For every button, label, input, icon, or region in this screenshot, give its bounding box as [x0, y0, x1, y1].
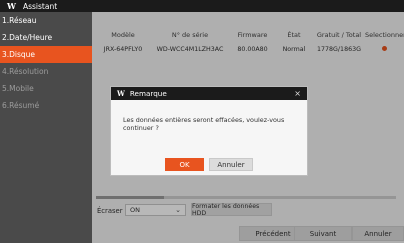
- dialog-cancel-button[interactable]: Annuler: [209, 158, 253, 171]
- close-icon[interactable]: ×: [294, 89, 301, 98]
- window-title: Assistant: [22, 1, 58, 11]
- title-bar: W Assistant: [0, 0, 404, 12]
- sidebar-item-network[interactable]: 1.Réseau: [0, 12, 92, 29]
- sidebar-item-disk[interactable]: 3.Disque: [0, 46, 92, 63]
- sidebar-item-date-time[interactable]: 2.Date/Heure: [0, 29, 92, 46]
- dialog-message: Les données entières seront effacées, vo…: [123, 116, 285, 132]
- dialog-logo: W: [117, 89, 125, 98]
- sidebar: 1.Réseau 2.Date/Heure 3.Disque 4.Résolut…: [0, 12, 92, 243]
- dialog-ok-button[interactable]: OK: [165, 158, 204, 171]
- confirm-dialog: W Remarque × Les données entières seront…: [110, 86, 308, 176]
- app-logo: W: [7, 1, 16, 11]
- sidebar-item-mobile[interactable]: 5.Mobile: [0, 80, 92, 97]
- sidebar-item-resolution[interactable]: 4.Résolution: [0, 63, 92, 80]
- dialog-title: Remarque: [129, 89, 167, 98]
- dialog-header: W Remarque ×: [111, 87, 307, 100]
- sidebar-item-summary[interactable]: 6.Résumé: [0, 97, 92, 114]
